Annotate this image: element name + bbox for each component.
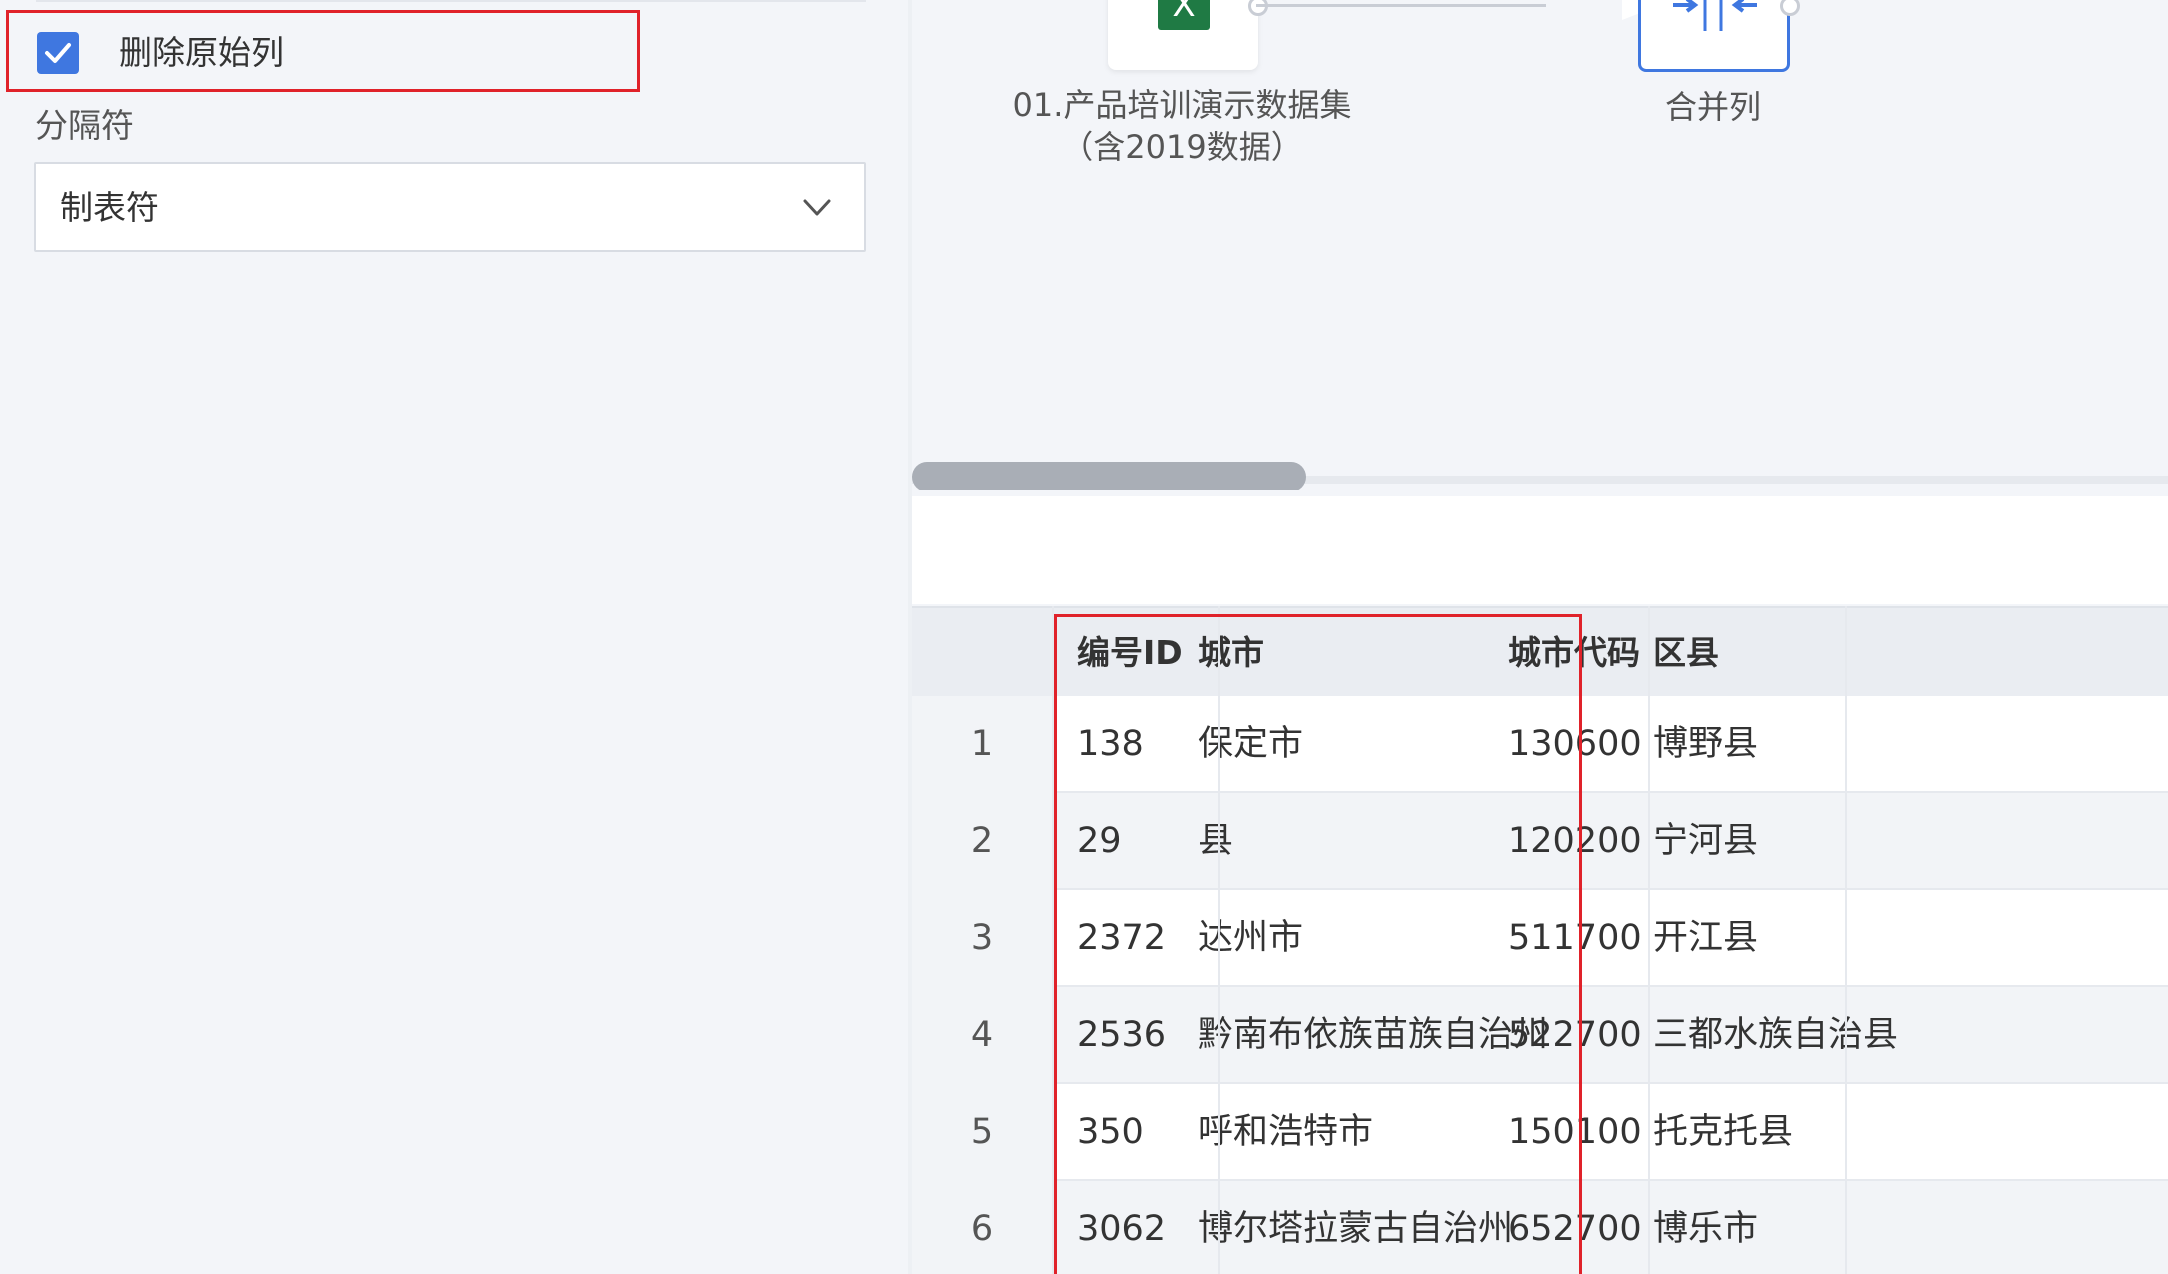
cell-id: 2372 (1077, 918, 1167, 958)
cell-district: 托克托县 (1653, 1112, 1794, 1152)
cell-city-code: 120200 (1508, 821, 1642, 861)
cell-city: 保定市 (1198, 724, 1304, 764)
separator-label: 分隔符 (35, 106, 134, 145)
merge-output-port[interactable] (1780, 0, 1800, 16)
cell-city: 达州市 (1198, 918, 1304, 958)
merge-node-label: 合并列 (1664, 88, 1761, 126)
flow-canvas[interactable]: X 01.产品培训演示数据集（含2019数据） 合并列 (912, 0, 2168, 492)
row-number: 4 (912, 987, 1052, 1084)
table-row[interactable]: 2 29 县 120200 宁河县 (912, 793, 2168, 890)
cell-city: 博尔塔拉蒙古自治州 (1198, 1209, 1514, 1249)
separator-select[interactable]: 制表符 (34, 162, 866, 252)
cell-city: 县 (1198, 821, 1234, 861)
cell-city-code: 511700 (1508, 918, 1642, 958)
cell-city-code: 522700 (1508, 1015, 1642, 1055)
source-node-label: 01.产品培训演示数据集（含2019数据） (1012, 86, 1352, 166)
cell-id: 2536 (1077, 1015, 1167, 1055)
column-header-city[interactable]: 城市 (1198, 608, 1264, 698)
horizontal-scrollbar-thumb[interactable] (912, 462, 1306, 492)
row-number: 1 (912, 696, 1052, 793)
column-header-city-code[interactable]: 城市代码 (1508, 608, 1640, 698)
cell-district: 宁河县 (1653, 821, 1759, 861)
merge-columns-node[interactable] (1638, 0, 1790, 72)
cell-district: 博乐市 (1653, 1209, 1759, 1249)
table-row[interactable]: 6 3062 博尔塔拉蒙古自治州 652700 博乐市 (912, 1181, 2168, 1274)
column-divider (1845, 606, 1847, 1274)
merge-columns-icon (1673, 0, 1757, 31)
row-number: 6 (912, 1181, 1052, 1274)
table-row[interactable]: 5 350 呼和浩特市 150100 托克托县 (912, 1084, 2168, 1181)
cell-district: 三都水族自治县 (1653, 1015, 1899, 1055)
checkmark-icon (45, 43, 71, 63)
cell-city-code: 150100 (1508, 1112, 1642, 1152)
cell-city-code: 652700 (1508, 1209, 1642, 1249)
delete-original-checkbox[interactable] (37, 32, 79, 74)
column-header-district[interactable]: 区县 (1653, 608, 1719, 698)
flow-edge (1256, 4, 1546, 7)
data-preview: 编号ID 城市 城市代码 区县 1 138 保定市 130600 博野县 2 2… (912, 490, 2168, 1274)
settings-panel: 删除原始列 分隔符 制表符 (0, 0, 912, 1274)
separator-value: 制表符 (60, 188, 159, 227)
cell-city-code: 130600 (1508, 724, 1642, 764)
cell-id: 29 (1077, 821, 1122, 861)
cell-district: 开江县 (1653, 918, 1759, 958)
table-row[interactable]: 1 138 保定市 130600 博野县 (912, 696, 2168, 793)
table-row[interactable]: 4 2536 黔南布依族苗族自治州 522700 三都水族自治县 (912, 987, 2168, 1084)
chevron-down-icon (803, 199, 831, 216)
preview-toolbar (912, 496, 2168, 604)
excel-icon: X (1158, 0, 1210, 30)
delete-original-option[interactable]: 删除原始列 (6, 10, 640, 92)
delete-original-label: 删除原始列 (119, 33, 284, 72)
column-divider (1648, 606, 1650, 1274)
cell-district: 博野县 (1653, 724, 1759, 764)
panel-divider (36, 0, 866, 2)
column-divider (1052, 606, 1054, 1274)
column-header-id[interactable]: 编号ID (1077, 608, 1183, 698)
cell-id: 3062 (1077, 1209, 1167, 1249)
cell-id: 350 (1077, 1112, 1144, 1152)
row-number: 5 (912, 1084, 1052, 1181)
source-node[interactable]: X (1108, 0, 1258, 70)
cell-city: 呼和浩特市 (1198, 1112, 1374, 1152)
cell-city: 黔南布依族苗族自治州 (1198, 1015, 1549, 1055)
table-header: 编号ID 城市 城市代码 区县 (912, 606, 2168, 696)
column-divider (1218, 606, 1220, 1274)
table-row[interactable]: 3 2372 达州市 511700 开江县 (912, 890, 2168, 987)
row-number: 3 (912, 890, 1052, 987)
output-port[interactable] (1248, 0, 1268, 16)
cell-id: 138 (1077, 724, 1144, 764)
row-number: 2 (912, 793, 1052, 890)
app-root: 删除原始列 分隔符 制表符 X 01.产品培训演示数据集（含2019数据） 合并… (0, 0, 2168, 1274)
